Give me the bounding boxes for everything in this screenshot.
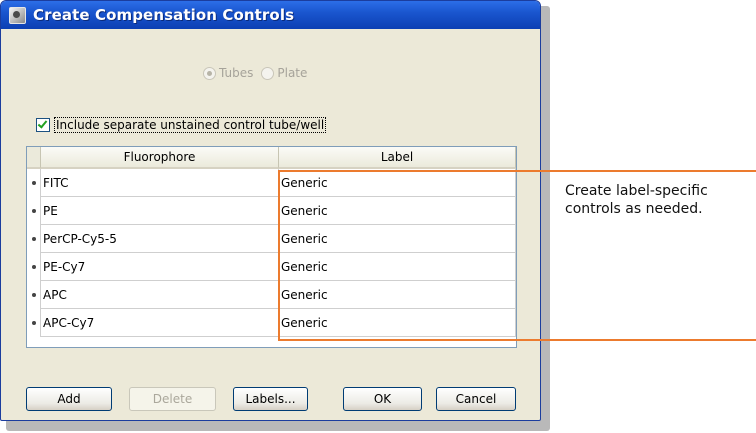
row-header-stub (27, 147, 40, 169)
fluorophore-cell[interactable]: FITC (40, 169, 279, 197)
dialog-buttons: Add Delete Labels... OK Cancel (1, 387, 540, 413)
fluorophore-cell[interactable]: APC (40, 281, 279, 309)
radio-tubes-label: Tubes (219, 66, 254, 80)
fluorophore-cell[interactable]: PerCP-Cy5-5 (40, 225, 279, 253)
title-bar[interactable]: Create Compensation Controls (1, 1, 540, 29)
tube-plate-radio-group: Tubes Plate (203, 66, 315, 80)
table-header: Fluorophore Label (27, 147, 516, 169)
column-header-fluorophore[interactable]: Fluorophore (40, 147, 279, 169)
callout-text: Create label-specific controls as needed… (565, 182, 755, 218)
app-icon (9, 6, 26, 24)
row-marker-icon (27, 253, 40, 281)
callout-line-1: Create label-specific (565, 183, 708, 199)
fluorophore-cell[interactable]: APC-Cy7 (40, 309, 279, 337)
radio-button-icon[interactable] (261, 66, 275, 80)
column-header-label[interactable]: Label (279, 147, 516, 169)
window-title: Create Compensation Controls (33, 6, 295, 24)
row-marker-icon (27, 197, 40, 225)
callout-line-2: controls as needed. (565, 201, 703, 217)
row-marker-icon (27, 309, 40, 337)
include-unstained-label: Include separate unstained control tube/… (54, 117, 327, 133)
ok-button[interactable]: OK (343, 387, 422, 411)
fluorophore-cell[interactable]: PE-Cy7 (40, 253, 279, 281)
row-marker-icon (27, 169, 40, 197)
delete-button[interactable]: Delete (129, 387, 216, 411)
add-button[interactable]: Add (26, 387, 112, 411)
include-unstained-checkbox[interactable] (36, 118, 50, 132)
radio-plate-label: Plate (277, 66, 308, 80)
row-marker-icon (27, 281, 40, 309)
include-unstained-option[interactable]: Include separate unstained control tube/… (36, 117, 327, 133)
labels-button[interactable]: Labels... (233, 387, 308, 411)
fluorophore-cell[interactable]: PE (40, 197, 279, 225)
cancel-button[interactable]: Cancel (436, 387, 516, 411)
radio-button-icon[interactable] (203, 66, 216, 80)
row-marker-icon (27, 225, 40, 253)
radio-tubes[interactable]: Tubes (203, 66, 253, 80)
radio-plate[interactable]: Plate (261, 66, 307, 80)
